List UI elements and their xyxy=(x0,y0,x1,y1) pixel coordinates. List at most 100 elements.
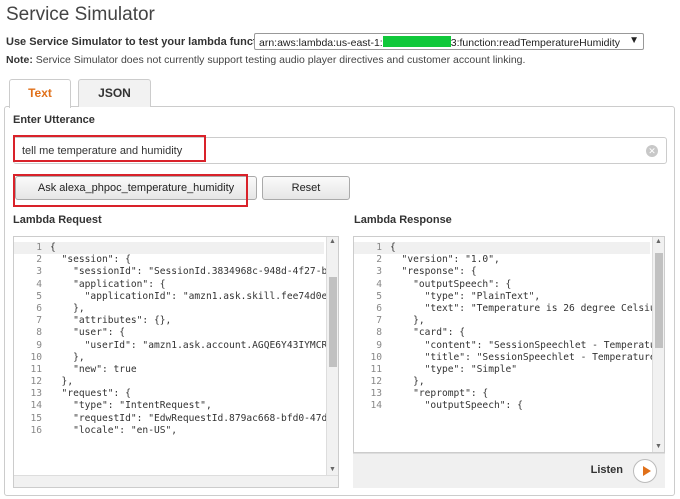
line-number: 14 xyxy=(370,400,382,412)
line-number: 4 xyxy=(376,278,382,290)
code-text: "sessionId": "SessionId.3834968c-948d-4f… xyxy=(50,266,334,278)
code-line: 12 }, xyxy=(354,376,650,388)
clear-circle-icon[interactable]: ✕ xyxy=(646,145,658,157)
note-text: Service Simulator does not currently sup… xyxy=(35,54,526,66)
response-scroll-thumb[interactable] xyxy=(655,253,663,348)
line-number: 2 xyxy=(36,254,42,266)
line-number: 9 xyxy=(376,339,382,351)
note-label: Note: xyxy=(6,54,33,66)
scroll-up-icon[interactable]: ▲ xyxy=(653,237,664,247)
line-number: 5 xyxy=(36,290,42,302)
code-text: "type": "Simple" xyxy=(390,363,518,375)
code-text: "text": "Temperature is 26 degree Celsiu… xyxy=(390,302,662,314)
request-scroll-thumb[interactable] xyxy=(329,277,337,367)
code-line: 15 "requestId": "EdwRequestId.879ac668-b… xyxy=(14,413,333,425)
code-text: "locale": "en-US", xyxy=(50,424,178,436)
code-text: "new": true xyxy=(50,363,137,375)
ask-button-highlight-box xyxy=(13,174,248,207)
scroll-up-icon[interactable]: ▲ xyxy=(327,237,338,247)
code-text: "requestId": "EdwRequestId.879ac668-bfd0… xyxy=(50,412,334,424)
note: Note: Service Simulator does not current… xyxy=(6,54,525,66)
tab-json[interactable]: JSON xyxy=(78,79,151,107)
code-line: 6 }, xyxy=(14,303,324,315)
reset-button[interactable]: Reset xyxy=(262,176,350,200)
lambda-function-select[interactable]: arn:aws:lambda:us-east-1: 3:function:read… xyxy=(254,33,644,50)
code-text: "session": { xyxy=(50,254,131,266)
code-text: "userId": "amzn1.ask.account.AGQE6Y43IYM… xyxy=(50,339,334,351)
redacted-account-id xyxy=(382,36,451,47)
line-number: 4 xyxy=(36,278,42,290)
code-text: "request": { xyxy=(50,388,131,400)
code-line: 14 "outputSpeech": { xyxy=(354,400,650,412)
line-number: 10 xyxy=(370,351,382,363)
page-title: Service Simulator xyxy=(6,4,155,25)
code-text: "attributes": {}, xyxy=(50,315,172,327)
line-number: 7 xyxy=(376,315,382,327)
line-number: 16 xyxy=(30,424,42,436)
request-vertical-scrollbar[interactable]: ▲ ▼ xyxy=(326,237,338,475)
code-text: "version": "1.0", xyxy=(390,254,500,266)
lambda-response-editor[interactable]: 1{2 "version": "1.0", 3 "response": {4 "o… xyxy=(353,236,665,453)
line-number: 2 xyxy=(376,254,382,266)
line-number: 8 xyxy=(376,327,382,339)
code-line: 8 "card": { xyxy=(354,327,650,339)
code-text: "applicationId": "amzn1.ask.skill.fee74d… xyxy=(50,290,334,302)
code-line: 4 "outputSpeech": { xyxy=(354,279,650,291)
lambda-request-label: Lambda Request xyxy=(13,214,102,226)
code-line: 11 "type": "Simple" xyxy=(354,364,650,376)
code-line: 3 "response": { xyxy=(354,266,650,278)
code-text: "application": { xyxy=(50,278,166,290)
code-text: "response": { xyxy=(390,266,477,278)
request-code: 1 {2 "session": { 3 "sessionId": "SessionI… xyxy=(14,242,333,437)
scroll-down-icon[interactable]: ▼ xyxy=(327,465,338,475)
lambda-response-label: Lambda Response xyxy=(354,214,452,226)
function-arn-suffix: 3:function:readTemperatureHumidity xyxy=(450,37,620,49)
line-number: 1 xyxy=(36,242,42,253)
code-text: "outputSpeech": { xyxy=(390,400,523,412)
code-line: 9 "content": "SessionSpeechlet - Tempera… xyxy=(354,339,661,352)
code-line: 12 }, xyxy=(14,376,324,388)
lambda-request-editor[interactable]: 1 {2 "session": { 3 "sessionId": "SessionI… xyxy=(13,236,339,488)
function-label: Use Service Simulator to test your lambd… xyxy=(6,36,277,48)
request-horizontal-scrollbar[interactable] xyxy=(14,475,338,487)
code-text: }, xyxy=(390,315,425,327)
line-number: 11 xyxy=(370,363,382,375)
utterance-label: Enter Utterance xyxy=(13,114,95,126)
code-text: "type": "PlainText", xyxy=(390,290,541,302)
tab-text[interactable]: Text xyxy=(9,79,71,108)
line-number: 12 xyxy=(370,376,382,388)
line-number: 12 xyxy=(30,376,42,388)
code-line: 13 "request": { xyxy=(14,388,324,400)
code-text: "content": "SessionSpeechlet - Temperatu… xyxy=(390,339,662,351)
code-text: }, xyxy=(50,351,85,363)
line-number: 14 xyxy=(30,400,42,412)
line-number: 7 xyxy=(36,315,42,327)
code-line: 2 "version": "1.0", xyxy=(354,254,650,266)
code-text: "user": { xyxy=(50,327,126,339)
code-text: }, xyxy=(390,376,425,388)
code-line: 14 "type": "IntentRequest", xyxy=(14,400,324,412)
line-number: 13 xyxy=(370,388,382,400)
code-text: { xyxy=(50,242,56,253)
code-text: }, xyxy=(50,376,74,388)
scroll-down-icon[interactable]: ▼ xyxy=(653,442,664,452)
utterance-highlight-box xyxy=(13,135,206,162)
response-vertical-scrollbar[interactable]: ▲ ▼ xyxy=(652,237,664,452)
line-number: 6 xyxy=(376,302,382,314)
listen-bar: Listen xyxy=(353,453,665,488)
code-text: "card": { xyxy=(390,327,466,339)
function-arn-prefix: arn:aws:lambda:us-east-1: xyxy=(259,37,383,49)
code-line: 1{ xyxy=(354,242,650,255)
code-line: 9 "userId": "amzn1.ask.account.AGQE6Y43I… xyxy=(14,340,333,352)
code-text: }, xyxy=(50,302,85,314)
code-text: "title": "SessionSpeechlet - Temperature… xyxy=(390,351,662,363)
line-number: 3 xyxy=(376,266,382,278)
code-line: 5 "type": "PlainText", xyxy=(354,291,650,303)
play-icon[interactable] xyxy=(633,459,657,483)
code-line: 10 }, xyxy=(14,352,324,364)
code-text: "type": "IntentRequest", xyxy=(50,400,212,412)
line-number: 5 xyxy=(376,290,382,302)
code-line: 16 "locale": "en-US", xyxy=(14,425,324,437)
response-code: 1{2 "version": "1.0", 3 "response": {4 "o… xyxy=(354,242,661,413)
line-number: 3 xyxy=(36,266,42,278)
